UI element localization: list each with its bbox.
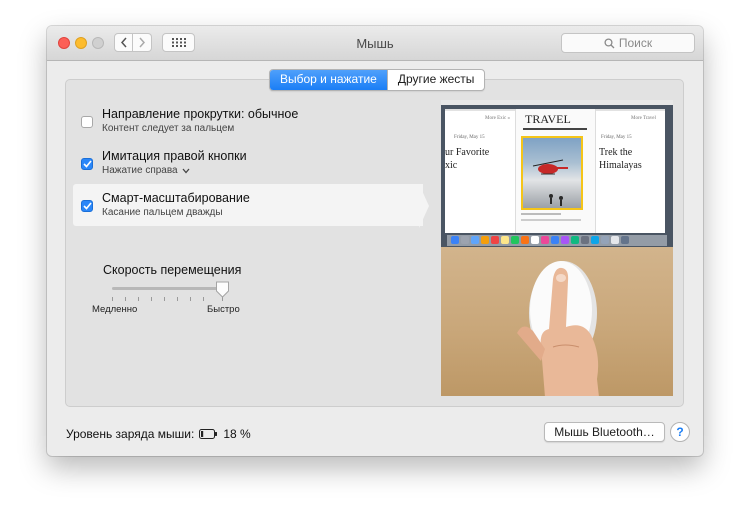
secondary-click-dropdown[interactable]: Нажатие справа [102, 165, 190, 176]
dock-app-icon [511, 236, 519, 244]
center-title: TRAVEL [525, 112, 571, 126]
battery-icon [199, 429, 218, 439]
helicopter-photo [521, 136, 583, 210]
dock-app-icon [501, 236, 509, 244]
slider-tick [151, 297, 152, 301]
slider-tick [164, 297, 165, 301]
option-subtitle: Нажатие справа [102, 165, 178, 176]
option-secondary-click[interactable]: Имитация правой кнопки Нажатие справа [73, 142, 423, 184]
option-smart-zoom[interactable]: Смарт-масштабирование Касание пальцем дв… [73, 184, 423, 226]
dock-app-icon [481, 236, 489, 244]
left-date: Friday, May 15 [454, 135, 485, 140]
title-bar: Мышь Поиск [47, 26, 703, 61]
search-field[interactable]: Поиск [561, 33, 695, 53]
option-title: Смарт-масштабирование [102, 191, 250, 205]
slider-tick [138, 297, 139, 301]
slider-max-label: Быстро [207, 304, 240, 315]
preview-menubar [441, 100, 673, 105]
dock-app-icon [611, 236, 619, 244]
dock-app-icon [451, 236, 459, 244]
dock-app-icon [571, 236, 579, 244]
right-date: Friday, May 15 [601, 135, 632, 140]
checkmark-icon [82, 202, 92, 210]
tab-point-and-click[interactable]: Выбор и нажатие [270, 70, 387, 90]
dock-app-icon [471, 236, 479, 244]
hand-on-mouse-icon [517, 261, 599, 396]
slider-tick [112, 297, 113, 301]
preview-browser: Friday, May 15 More Exic » ur Favorite x… [445, 109, 665, 233]
helicopter-icon [532, 159, 568, 206]
preview-dock [447, 235, 667, 246]
smart-zoom-checkbox[interactable] [81, 200, 93, 212]
option-title: Направление прокрутки: обычное [102, 107, 299, 121]
left-headline-1: ur Favorite [445, 147, 490, 158]
tracking-speed-label: Скорость перемещения [103, 263, 242, 277]
dock-app-icon [521, 236, 529, 244]
left-headline-2: xic [445, 160, 458, 171]
scroll-direction-checkbox[interactable] [81, 116, 93, 128]
tracking-speed-slider[interactable] [112, 287, 223, 290]
dock-app-icon [491, 236, 499, 244]
dock-app-icon [601, 236, 609, 244]
search-placeholder: Поиск [618, 36, 653, 50]
dock-app-icon [591, 236, 599, 244]
option-scroll-direction[interactable]: Направление прокрутки: обычное Контент с… [73, 100, 423, 142]
battery-status: Уровень заряда мыши: 18 % [66, 427, 251, 441]
option-title: Имитация правой кнопки [102, 149, 247, 163]
slider-tick [125, 297, 126, 301]
preview-desk [441, 247, 673, 396]
preview-screen: Friday, May 15 More Exic » ur Favorite x… [441, 100, 673, 247]
dock-app-icon [541, 236, 549, 244]
dock-app-icon [531, 236, 539, 244]
dock-app-icon [461, 236, 469, 244]
secondary-click-checkbox[interactable] [81, 158, 93, 170]
slider-tick [190, 297, 191, 301]
option-subtitle: Контент следует за пальцем [102, 123, 235, 134]
slider-thumb[interactable] [215, 281, 230, 298]
slider-tick [177, 297, 178, 301]
option-subtitle: Касание пальцем дважды [102, 207, 223, 218]
slider-min-label: Медленно [92, 304, 138, 315]
gesture-preview: Friday, May 15 More Exic » ur Favorite x… [441, 100, 673, 396]
slider-tick [203, 297, 204, 301]
help-button[interactable]: ? [670, 422, 690, 442]
battery-label: Уровень заряда мыши: [66, 427, 195, 441]
selection-pointer [419, 184, 429, 228]
dock-app-icon [621, 236, 629, 244]
chevron-down-icon [182, 168, 190, 173]
tab-more-gestures[interactable]: Другие жесты [386, 70, 485, 90]
dock-app-icon [551, 236, 559, 244]
option-subtitle-wrap: Касание пальцем дважды [102, 207, 223, 218]
left-more: More Exic » [485, 116, 510, 121]
dock-app-icon [561, 236, 569, 244]
right-headline-1: Trek the [599, 147, 633, 158]
right-headline-2: Himalayas [599, 160, 642, 171]
right-more: More Travel [631, 116, 656, 121]
search-icon [604, 37, 615, 48]
option-subtitle-wrap: Контент следует за пальцем [102, 123, 234, 134]
set-up-bluetooth-mouse-button[interactable]: Мышь Bluetooth… [544, 422, 665, 442]
dock-app-icon [581, 236, 589, 244]
battery-percent: 18 % [223, 427, 251, 441]
checkmark-icon [82, 160, 92, 168]
tab-bar: Выбор и нажатие Другие жесты [269, 69, 486, 91]
